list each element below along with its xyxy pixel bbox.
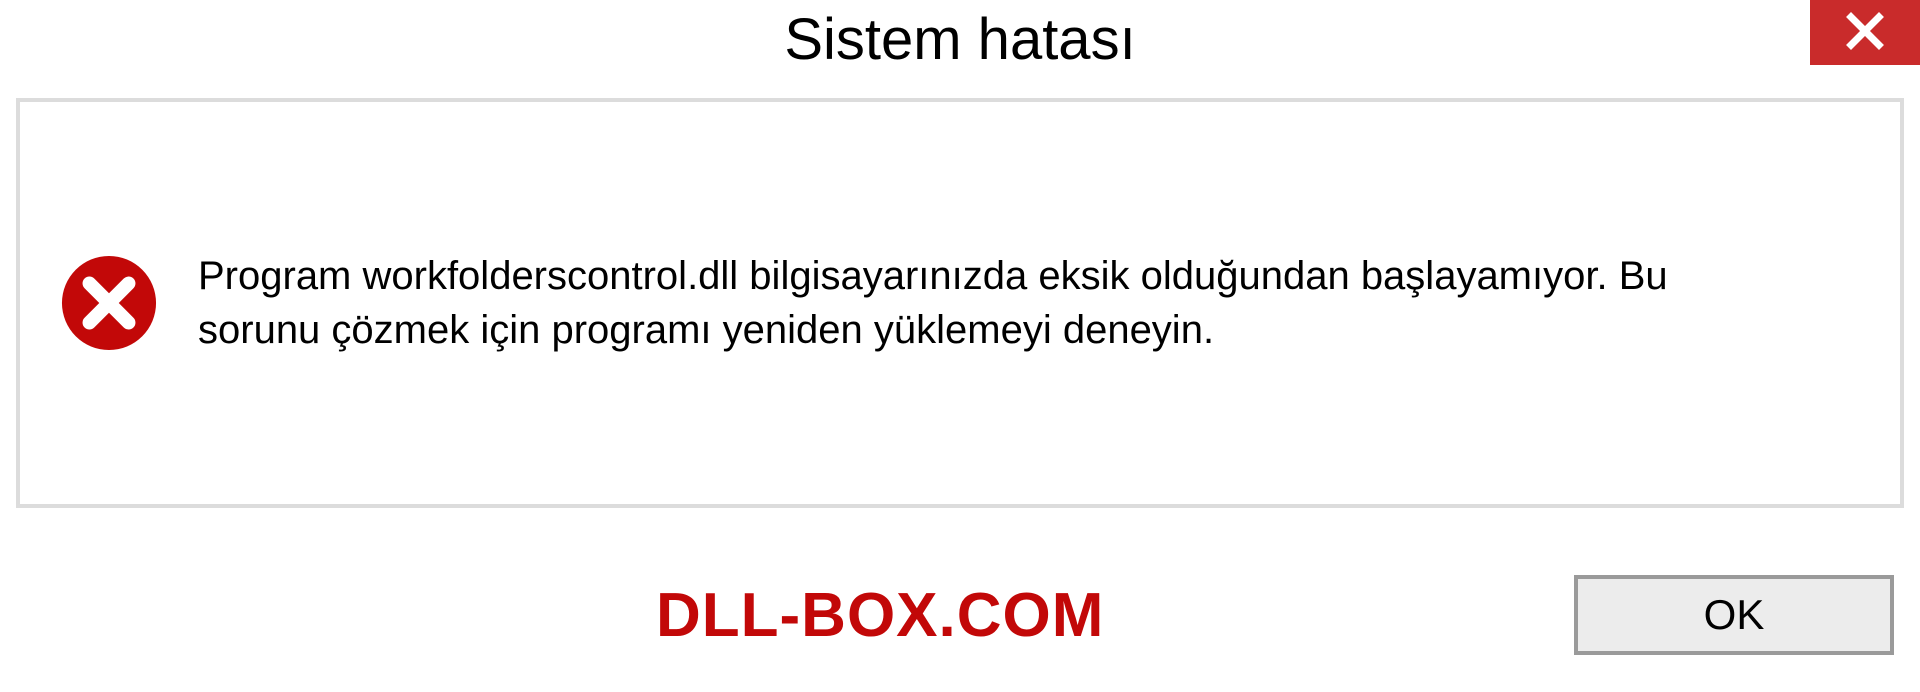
dialog-footer: DLL-BOX.COM OK <box>0 508 1920 692</box>
ok-button-label: OK <box>1704 591 1765 639</box>
watermark-text: DLL-BOX.COM <box>656 580 1104 651</box>
error-circle-x-icon <box>60 254 158 352</box>
ok-button[interactable]: OK <box>1574 575 1894 655</box>
close-button[interactable] <box>1810 0 1920 65</box>
error-message: Program workfolderscontrol.dll bilgisaya… <box>198 249 1798 357</box>
close-icon <box>1845 11 1885 54</box>
error-content-box: Program workfolderscontrol.dll bilgisaya… <box>16 98 1904 508</box>
titlebar: Sistem hatası <box>0 0 1920 90</box>
dialog-title: Sistem hatası <box>784 6 1135 73</box>
